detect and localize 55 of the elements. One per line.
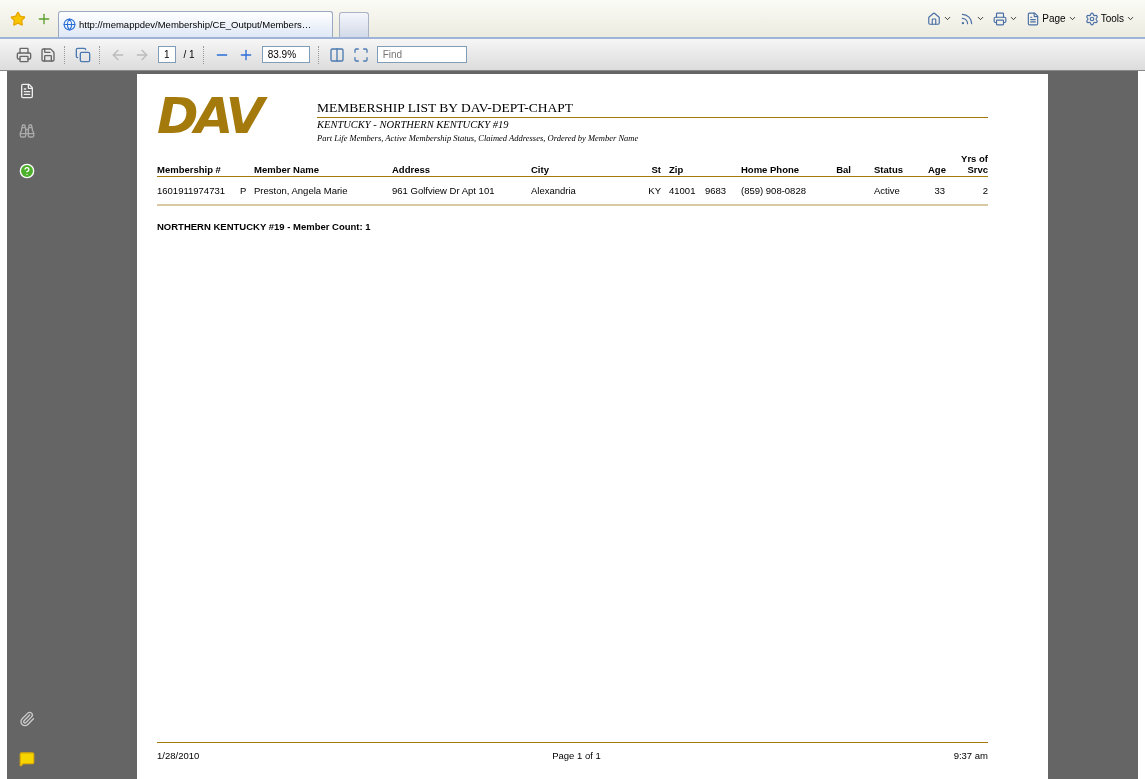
- globe-icon: [63, 18, 76, 31]
- column-header: Yrs of Srvc: [960, 153, 988, 175]
- save-icon[interactable]: [40, 46, 56, 63]
- page-indicator: Page 1 of 1: [552, 750, 601, 761]
- column-header: St: [650, 164, 661, 175]
- column-header: Bal: [835, 164, 851, 175]
- pages-icon[interactable]: [19, 83, 35, 99]
- menu-button[interactable]: Page: [1042, 13, 1066, 24]
- column-header: Status: [873, 164, 905, 175]
- gear-icon[interactable]: [1084, 11, 1099, 26]
- help-icon[interactable]: [19, 163, 35, 179]
- table-cell-text: 9683: [705, 185, 728, 196]
- printer-icon[interactable]: [993, 11, 1008, 26]
- member-count: NORTHERN KENTUCKY #19 - Member Count: 1: [157, 221, 372, 232]
- page-number-field[interactable]: 1: [158, 46, 176, 63]
- browser-tab[interactable]: http://memappdev/Membership/CE_Output/Members…: [58, 11, 333, 37]
- paperclip-icon[interactable]: [19, 711, 35, 727]
- document-icon[interactable]: [1026, 11, 1041, 26]
- print-time: 9:37 am: [953, 750, 988, 761]
- table-cell-text: P: [240, 185, 248, 196]
- table-cell-text: 33: [933, 185, 945, 196]
- report-criteria: Part Life Members, Active Membership Status, Claimed Addresses, Ordered by Member Name: [317, 133, 640, 143]
- menu-button[interactable]: Tools: [1100, 13, 1124, 24]
- report-title: MEMBERSHIP LIST BY DAV-DEPT-CHAPT: [317, 100, 988, 118]
- zoom-field[interactable]: 83.9%: [261, 46, 310, 63]
- home-icon[interactable]: [927, 11, 942, 26]
- table-cell-text: 2: [981, 185, 988, 196]
- comments-icon[interactable]: [19, 751, 35, 767]
- binoculars-icon[interactable]: [19, 123, 35, 139]
- table-cell-text: 1601911974731: [157, 185, 226, 196]
- table-cell-text: (859) 908-0828: [741, 185, 807, 196]
- table-cell-text: 41001: [668, 185, 697, 196]
- favorites-star-icon[interactable]: [10, 10, 26, 27]
- column-header: Zip: [668, 164, 685, 175]
- table-cell-text: Active: [873, 185, 901, 196]
- column-header: City: [531, 164, 550, 175]
- column-header: Membership #: [157, 164, 222, 175]
- document-icon[interactable]: [75, 46, 91, 63]
- print-date: 1/28/2010: [157, 750, 200, 761]
- column-header: Home Phone: [741, 164, 801, 175]
- feed-icon[interactable]: [960, 11, 975, 26]
- logo: DAV: [157, 94, 311, 143]
- table-cell-text: Alexandria: [531, 185, 577, 196]
- fit-width-icon[interactable]: [328, 46, 345, 63]
- column-header: Member Name: [254, 164, 320, 175]
- find-field[interactable]: Find: [376, 46, 467, 63]
- table-cell-text: 961 Golfview Dr Apt 101: [392, 185, 496, 196]
- report-subtitle: KENTUCKY - NORTHERN KENTUCKY #19: [317, 119, 510, 130]
- column-header: Age: [928, 164, 945, 175]
- column-header: Address: [392, 164, 431, 175]
- fit-page-icon[interactable]: [352, 46, 369, 63]
- table-cell-text: KY: [647, 185, 661, 196]
- page-total: / 1: [183, 49, 195, 60]
- table-cell-text: Preston, Angela Marie: [254, 185, 349, 196]
- print-icon[interactable]: [16, 46, 32, 63]
